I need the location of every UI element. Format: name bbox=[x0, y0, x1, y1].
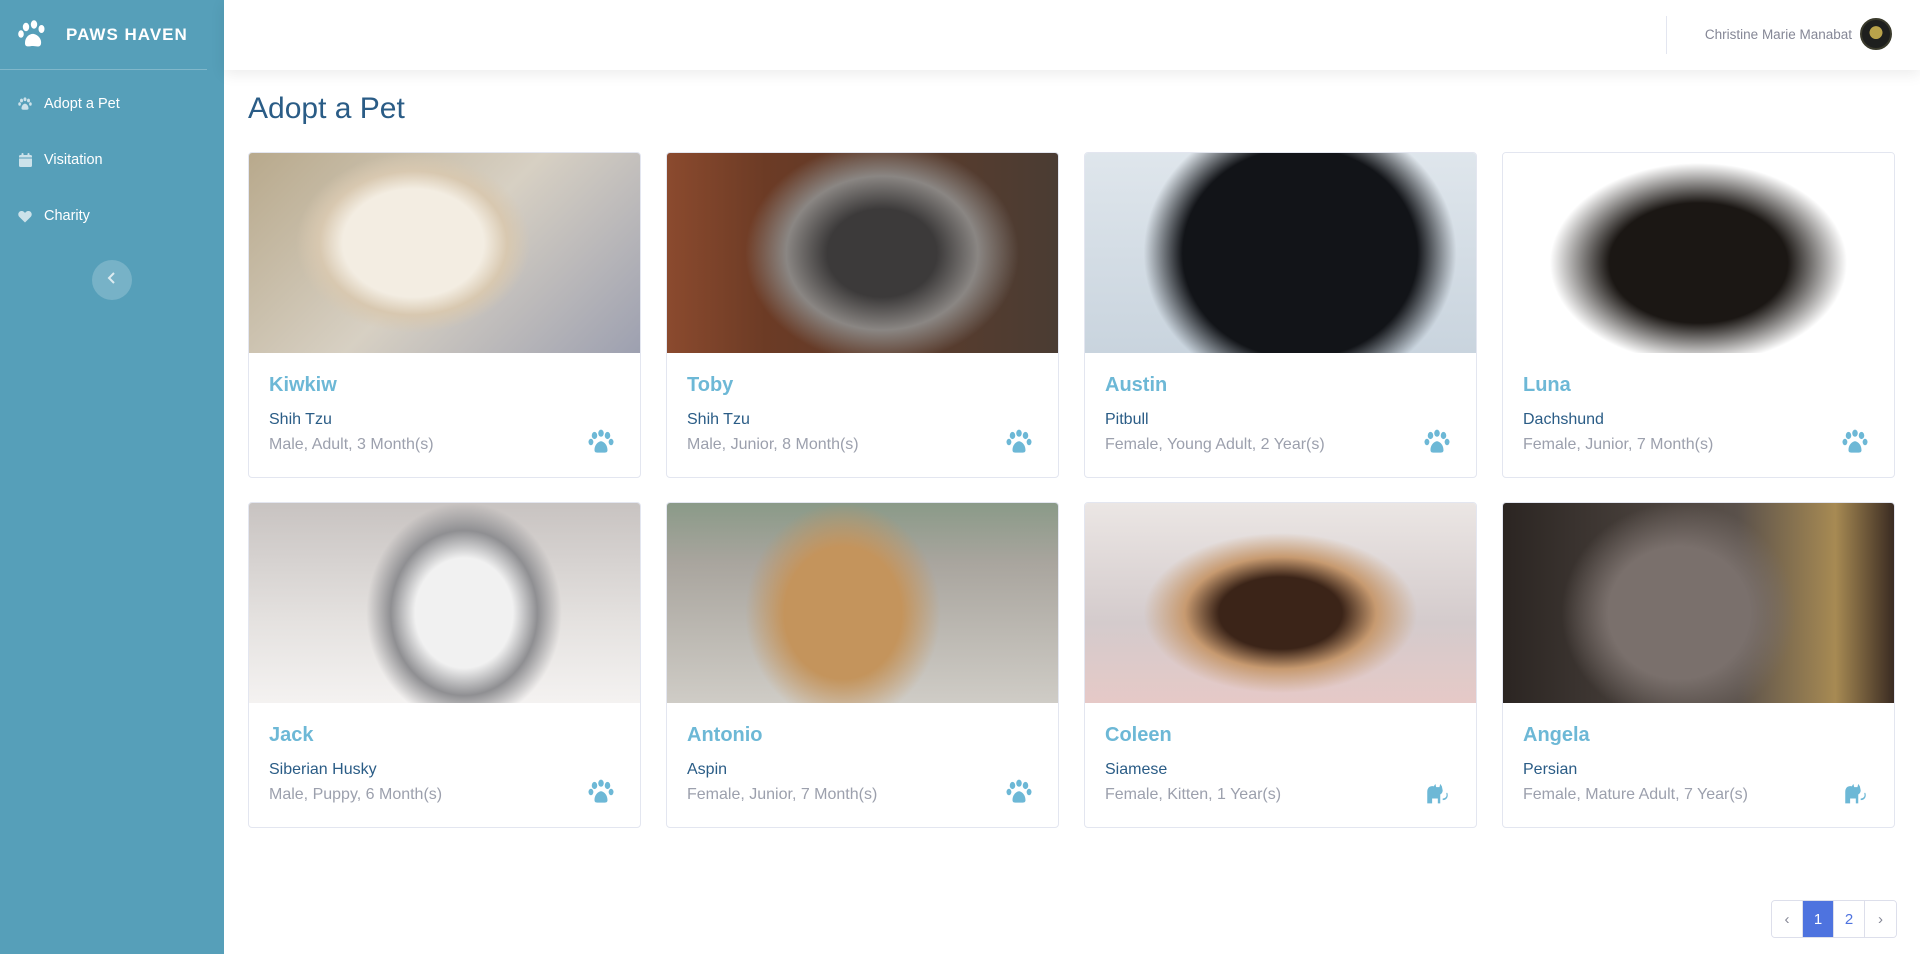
pet-name: Toby bbox=[687, 374, 734, 396]
next-page-button[interactable]: › bbox=[1865, 901, 1896, 937]
pet-info: Female, Mature Adult, 7 Year(s) bbox=[1523, 786, 1748, 803]
pet-photo bbox=[249, 503, 640, 703]
pet-name: Coleen bbox=[1105, 724, 1172, 746]
sidebar-toggle-button[interactable] bbox=[92, 260, 132, 300]
cat-icon bbox=[1842, 779, 1868, 805]
pet-breed: Persian bbox=[1523, 761, 1578, 778]
pet-breed: Shih Tzu bbox=[269, 411, 332, 428]
pet-photo bbox=[667, 153, 1058, 353]
page-button-2[interactable]: 2 bbox=[1834, 901, 1865, 937]
paw-icon bbox=[1006, 779, 1032, 805]
pet-info: Male, Junior, 8 Month(s) bbox=[687, 436, 859, 453]
pet-breed: Siberian Husky bbox=[269, 761, 377, 778]
pet-card[interactable]: Kiwkiw Shih Tzu Male, Adult, 3 Month(s) bbox=[248, 152, 641, 478]
pet-breed: Pitbull bbox=[1105, 411, 1149, 428]
topbar-divider bbox=[1666, 16, 1667, 54]
pet-photo bbox=[1503, 503, 1894, 703]
pet-name: Antonio bbox=[687, 724, 763, 746]
sidebar-item-adopt-a-pet[interactable]: Adopt a Pet bbox=[0, 76, 224, 132]
pet-card[interactable]: Toby Shih Tzu Male, Junior, 8 Month(s) bbox=[666, 152, 1059, 478]
pet-breed: Dachshund bbox=[1523, 411, 1604, 428]
pet-card[interactable]: Angela Persian Female, Mature Adult, 7 Y… bbox=[1502, 502, 1895, 828]
pet-info: Male, Adult, 3 Month(s) bbox=[269, 436, 434, 453]
paw-icon bbox=[1006, 429, 1032, 455]
pet-name: Kiwkiw bbox=[269, 374, 337, 396]
pet-photo bbox=[1503, 153, 1894, 353]
calendar-icon bbox=[18, 153, 32, 167]
brand-name: PAWS HAVEN bbox=[66, 24, 188, 44]
page-button-1[interactable]: 1 bbox=[1803, 901, 1834, 937]
paw-icon bbox=[588, 779, 614, 805]
topbar: Christine Marie Manabat bbox=[224, 0, 1920, 70]
paw-icon bbox=[1842, 429, 1868, 455]
sidebar-item-label: Visitation bbox=[44, 152, 103, 168]
pet-breed: Shih Tzu bbox=[687, 411, 750, 428]
pet-card[interactable]: Coleen Siamese Female, Kitten, 1 Year(s) bbox=[1084, 502, 1477, 828]
paw-icon bbox=[588, 429, 614, 455]
pet-card[interactable]: Luna Dachshund Female, Junior, 7 Month(s… bbox=[1502, 152, 1895, 478]
sidebar: PAWS HAVEN Adopt a Pet Visitation Charit… bbox=[0, 0, 224, 954]
heart-icon bbox=[18, 209, 32, 223]
pet-photo bbox=[1085, 503, 1476, 703]
sidebar-item-label: Adopt a Pet bbox=[44, 96, 120, 112]
pet-info: Female, Young Adult, 2 Year(s) bbox=[1105, 436, 1325, 453]
pet-photo bbox=[667, 503, 1058, 703]
pet-photo bbox=[1085, 153, 1476, 353]
pet-photo bbox=[249, 153, 640, 353]
sidebar-item-label: Charity bbox=[44, 208, 90, 224]
pet-name: Luna bbox=[1523, 374, 1571, 396]
pet-name: Austin bbox=[1105, 374, 1168, 396]
pet-info: Male, Puppy, 6 Month(s) bbox=[269, 786, 443, 803]
avatar bbox=[1860, 18, 1892, 50]
brand[interactable]: PAWS HAVEN bbox=[0, 0, 207, 70]
pet-info: Female, Junior, 7 Month(s) bbox=[1523, 436, 1714, 453]
pet-card[interactable]: Jack Siberian Husky Male, Puppy, 6 Month… bbox=[248, 502, 641, 828]
user-menu[interactable]: Christine Marie Manabat bbox=[1705, 18, 1892, 50]
pet-info: Female, Junior, 7 Month(s) bbox=[687, 786, 878, 803]
page-title: Adopt a Pet bbox=[248, 92, 405, 125]
pet-name: Jack bbox=[269, 724, 314, 746]
pet-info: Female, Kitten, 1 Year(s) bbox=[1105, 786, 1282, 803]
pet-card[interactable]: Austin Pitbull Female, Young Adult, 2 Ye… bbox=[1084, 152, 1477, 478]
sidebar-nav: Adopt a Pet Visitation Charity bbox=[0, 76, 224, 244]
pet-name: Angela bbox=[1523, 724, 1590, 746]
cat-icon bbox=[1424, 779, 1450, 805]
paw-logo-icon bbox=[16, 18, 50, 52]
chevron-left-icon bbox=[107, 271, 117, 289]
sidebar-item-charity[interactable]: Charity bbox=[0, 188, 224, 244]
pet-card[interactable]: Antonio Aspin Female, Junior, 7 Month(s) bbox=[666, 502, 1059, 828]
sidebar-item-visitation[interactable]: Visitation bbox=[0, 132, 224, 188]
pet-breed: Siamese bbox=[1105, 761, 1168, 778]
paw-icon bbox=[1424, 429, 1450, 455]
prev-page-button[interactable]: ‹ bbox=[1772, 901, 1803, 937]
pagination: ‹ 1 2 › bbox=[1771, 900, 1897, 938]
user-name: Christine Marie Manabat bbox=[1704, 26, 1852, 42]
paw-icon bbox=[18, 97, 32, 111]
pet-breed: Aspin bbox=[687, 761, 728, 778]
